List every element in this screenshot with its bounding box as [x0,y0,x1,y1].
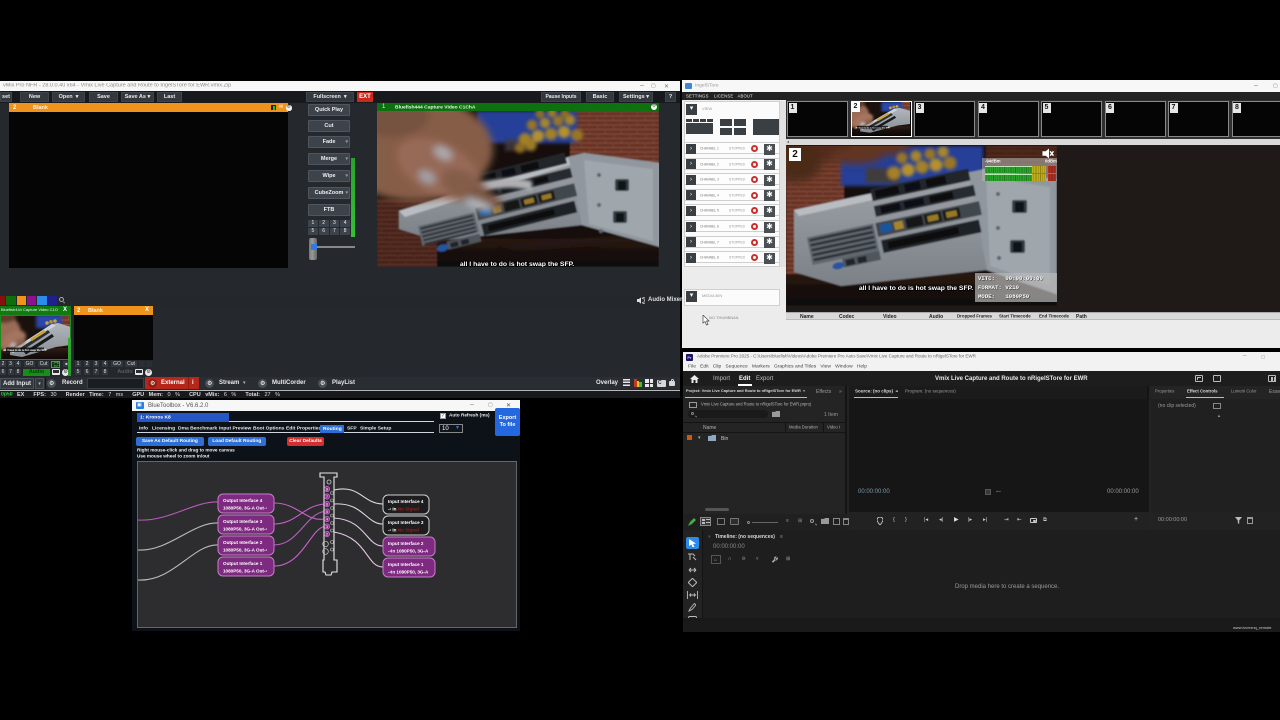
svg-text:all I have to do is hot swap t: all I have to do is hot swap the SFP. [859,285,973,292]
svg-text:Output Interface 4: Output Interface 4 [223,498,263,503]
svg-text:1080P50, 3G-A Out-›: 1080P50, 3G-A Out-› [223,548,267,553]
svg-text:Output Interface 3: Output Interface 3 [223,519,263,524]
svg-text:-› In No Signal: -› In No Signal [388,528,419,533]
svg-text:2: 2 [326,532,328,536]
svg-text:1080P50, 3G-A Out-›: 1080P50, 3G-A Out-› [223,527,267,532]
svg-text:-›In 1080P50, 3G-A: -›In 1080P50, 3G-A [388,549,429,554]
svg-text:1080P50, 3G-A Out-›: 1080P50, 3G-A Out-› [223,506,267,511]
svg-text:8: 8 [326,487,328,491]
svg-text:Input Interface 2: Input Interface 2 [388,541,424,546]
svg-text:1080P50, 3G-A Out-›: 1080P50, 3G-A Out-› [223,569,267,574]
svg-text:6: 6 [326,502,328,506]
svg-text:Output Interface 2: Output Interface 2 [223,540,263,545]
svg-text:all I have to do is hot swap t: all I have to do is hot swap the SFP. [3,348,47,352]
svg-text:Input Interface 4: Input Interface 4 [388,499,424,504]
svg-text:-›In 1080P50, 3G-A: -›In 1080P50, 3G-A [388,570,429,575]
svg-text:Input Interface 3: Input Interface 3 [388,520,424,525]
svg-text:Output Interface 1: Output Interface 1 [223,561,263,566]
svg-text:5: 5 [326,510,328,514]
svg-text:3: 3 [326,525,328,529]
svg-text:Input Interface 1: Input Interface 1 [388,562,424,567]
svg-text:4: 4 [326,517,328,521]
svg-text:7: 7 [326,495,328,499]
svg-text:all I have to do is hot swap t: all I have to do is hot swap the SFP. [460,261,574,267]
svg-text:-› In No Signal: -› In No Signal [388,507,419,512]
